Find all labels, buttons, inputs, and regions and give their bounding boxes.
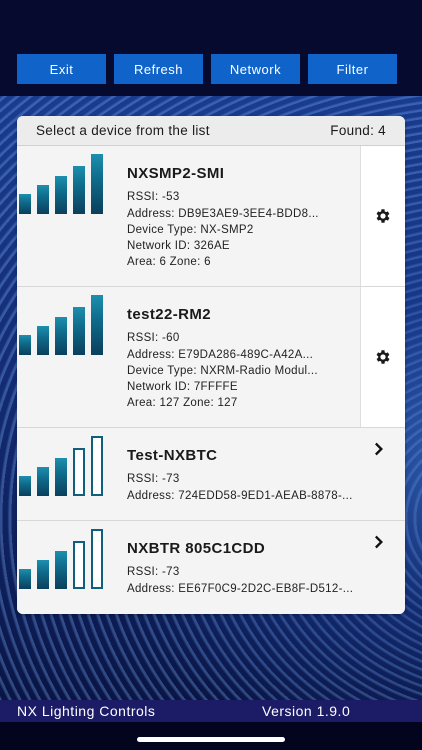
filter-button[interactable]: Filter [308, 54, 397, 84]
device-open-button[interactable] [360, 428, 405, 520]
signal-bar [73, 307, 85, 355]
signal-bar [37, 326, 49, 355]
device-rssi: RSSI: -60 [127, 332, 180, 344]
signal-bar [73, 541, 85, 589]
signal-bar [19, 194, 31, 214]
device-row[interactable]: test22-RM2 RSSI: -60 Address: E79DA286-4… [17, 287, 405, 428]
signal-strength-icon [19, 293, 107, 355]
device-rssi: RSSI: -73 [127, 566, 180, 578]
signal-bar [19, 569, 31, 589]
device-open-button[interactable] [360, 521, 405, 614]
list-prompt: Select a device from the list [36, 123, 210, 138]
signal-bar [37, 185, 49, 214]
device-name: Test-NXBTC [127, 447, 218, 464]
device-network-id: Network ID: 7FFFFE [127, 381, 238, 393]
device-list-card: Select a device from the list Found: 4 N… [17, 116, 405, 614]
signal-bar [91, 295, 103, 355]
device-address: Address: 724EDD58-9ED1-AEAB-8878-... [127, 490, 353, 502]
gear-icon [376, 209, 390, 223]
device-info[interactable]: NXBTR 805C1CDD RSSI: -73 Address: EE67F0… [17, 521, 360, 614]
device-address: Address: DB9E3AE9-3EE4-BDD8... [127, 208, 319, 220]
signal-bar [55, 551, 67, 589]
signal-strength-icon [19, 152, 107, 214]
device-info[interactable]: Test-NXBTC RSSI: -73 Address: 724EDD58-9… [17, 428, 360, 520]
signal-bar [91, 436, 103, 496]
home-indicator[interactable] [137, 737, 285, 742]
device-rssi: RSSI: -73 [127, 473, 180, 485]
network-button[interactable]: Network [211, 54, 300, 84]
device-name: NXBTR 805C1CDD [127, 540, 266, 557]
device-area-zone: Area: 127 Zone: 127 [127, 397, 238, 409]
device-address: Address: EE67F0C9-2D2C-EB8F-D512-... [127, 583, 354, 595]
device-row[interactable]: NXSMP2-SMI RSSI: -53 Address: DB9E3AE9-3… [17, 146, 405, 287]
chevron-right-icon [375, 535, 383, 549]
device-network-id: Network ID: 326AE [127, 240, 230, 252]
device-rssi: RSSI: -53 [127, 191, 180, 203]
device-type: Device Type: NX-SMP2 [127, 224, 254, 236]
device-area-zone: Area: 6 Zone: 6 [127, 256, 211, 268]
device-name: NXSMP2-SMI [127, 165, 225, 182]
device-list-header: Select a device from the list Found: 4 [17, 116, 405, 146]
signal-bar [37, 467, 49, 496]
found-count: Found: 4 [330, 123, 386, 138]
bottom-strip [0, 722, 422, 750]
signal-bar [91, 529, 103, 589]
chevron-right-icon [375, 442, 383, 456]
device-info[interactable]: NXSMP2-SMI RSSI: -53 Address: DB9E3AE9-3… [17, 146, 360, 286]
exit-button[interactable]: Exit [17, 54, 106, 84]
device-info[interactable]: test22-RM2 RSSI: -60 Address: E79DA286-4… [17, 287, 360, 427]
signal-bar [55, 176, 67, 214]
brand-label: NX Lighting Controls [17, 703, 156, 719]
device-settings-button[interactable] [360, 146, 405, 286]
device-name: test22-RM2 [127, 306, 212, 323]
signal-bar [37, 560, 49, 589]
device-type: Device Type: NXRM-Radio Modul... [127, 365, 318, 377]
signal-strength-icon [19, 527, 107, 589]
signal-bar [73, 166, 85, 214]
footer-bar: NX Lighting Controls Version 1.9.0 [0, 700, 422, 722]
signal-bar [55, 317, 67, 355]
device-row[interactable]: NXBTR 805C1CDD RSSI: -73 Address: EE67F0… [17, 521, 405, 614]
signal-bar [91, 154, 103, 214]
gear-icon [376, 350, 390, 364]
toolbar: Exit Refresh Network Filter [17, 54, 397, 84]
device-address: Address: E79DA286-489C-A42A... [127, 349, 314, 361]
signal-strength-icon [19, 434, 107, 496]
version-label: Version 1.9.0 [262, 703, 351, 719]
signal-bar [19, 335, 31, 355]
signal-bar [55, 458, 67, 496]
device-settings-button[interactable] [360, 287, 405, 427]
signal-bar [73, 448, 85, 496]
signal-bar [19, 476, 31, 496]
refresh-button[interactable]: Refresh [114, 54, 203, 84]
device-row[interactable]: Test-NXBTC RSSI: -73 Address: 724EDD58-9… [17, 428, 405, 521]
